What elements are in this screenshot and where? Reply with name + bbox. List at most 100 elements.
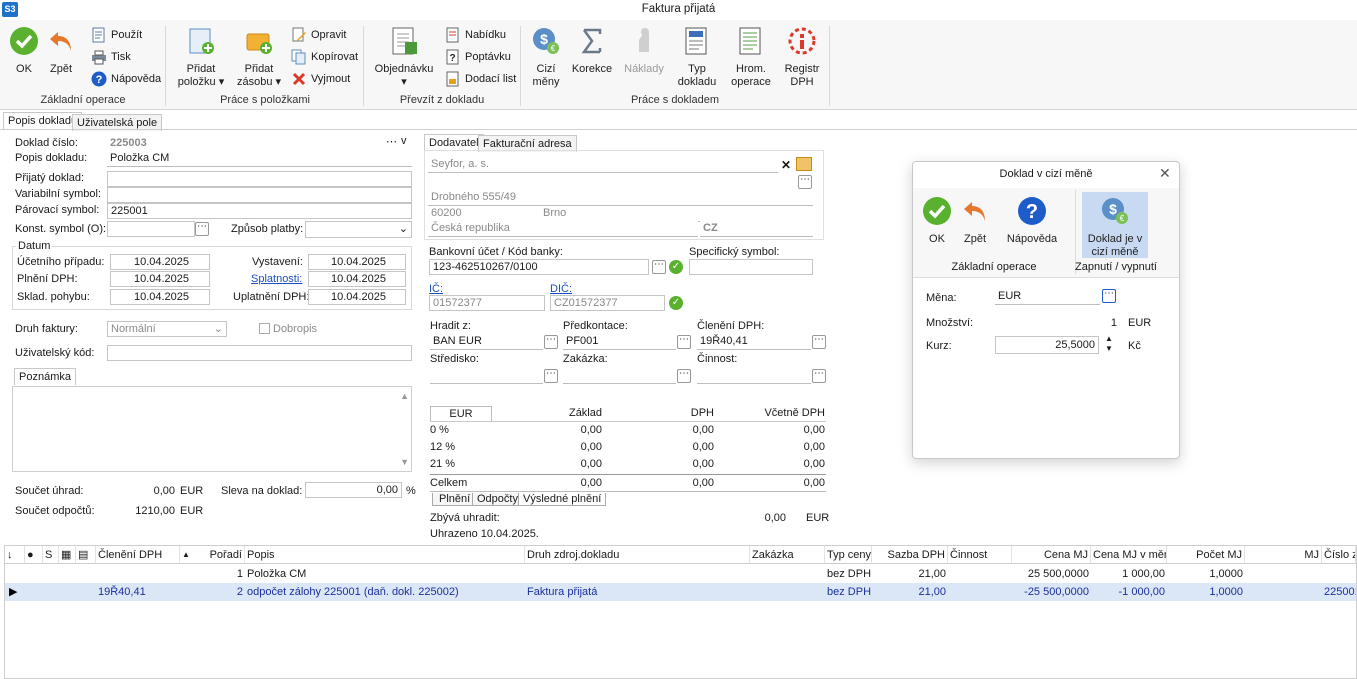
precontact-more-button[interactable]: ⋯ bbox=[677, 335, 691, 349]
foreign-currency-toggle[interactable]: $ € Doklad je v cizí měně bbox=[1082, 192, 1148, 258]
table-settings-icon[interactable]: ▤ bbox=[76, 546, 96, 564]
const-symbol-field[interactable] bbox=[107, 221, 195, 237]
foreign-currency-button[interactable]: $ € Cizí měny bbox=[527, 26, 565, 89]
back-button[interactable]: Zpět bbox=[45, 26, 77, 76]
cut-button[interactable]: Vyjmout bbox=[291, 70, 350, 88]
offer-button[interactable]: Nabídku bbox=[445, 26, 506, 44]
grid-header-unit[interactable]: MJ bbox=[1245, 546, 1322, 564]
vat-perf-date-field[interactable]: 10.04.2025 bbox=[110, 271, 210, 287]
supplier-name-field[interactable]: Seyfor, a. s. bbox=[428, 157, 778, 173]
costs-button[interactable]: Náklady bbox=[622, 26, 666, 76]
subtab-result[interactable]: Výsledné plnění bbox=[518, 493, 607, 506]
add-item-button[interactable]: Přidat položku ▾ bbox=[175, 26, 227, 89]
grid-header-source-no[interactable]: Číslo zd bbox=[1322, 546, 1356, 564]
desc-field[interactable]: Položka CM bbox=[107, 151, 412, 167]
vat-register-button[interactable]: Registr DPH bbox=[780, 26, 824, 89]
edit-button[interactable]: Opravit bbox=[291, 26, 346, 44]
tab-note[interactable]: Poznámka bbox=[14, 368, 76, 385]
vat-currency-button[interactable]: EUR bbox=[430, 406, 492, 422]
due-date-field[interactable]: 10.04.2025 bbox=[308, 271, 406, 287]
grid-header-price-type[interactable]: Typ ceny bbox=[825, 546, 872, 564]
stock-date-field[interactable]: 10.04.2025 bbox=[110, 289, 210, 305]
currency-field[interactable]: EUR bbox=[995, 289, 1100, 305]
contract-field[interactable] bbox=[563, 368, 676, 384]
doc-no-field[interactable]: 225003 bbox=[107, 136, 383, 152]
order-button[interactable]: Objednávku ▾ bbox=[372, 26, 436, 89]
correction-button[interactable]: Korekce bbox=[570, 26, 614, 76]
acc-case-date-field[interactable]: 10.04.2025 bbox=[110, 254, 210, 270]
due-link[interactable]: Splatnosti: bbox=[251, 273, 302, 285]
credit-note-checkbox[interactable] bbox=[259, 323, 270, 334]
supplier-more-button[interactable]: ⋯ bbox=[798, 175, 812, 189]
grid-header-source-type[interactable]: Druh zdroj.dokladu bbox=[525, 546, 750, 564]
rate-stepper[interactable]: ▲ ▼ bbox=[1103, 334, 1115, 354]
doc-no-dropdown-icon[interactable]: v bbox=[401, 135, 407, 147]
grid-header-contract[interactable]: Zakázka bbox=[750, 546, 825, 564]
copy-button[interactable]: Kopírovat bbox=[291, 48, 358, 66]
scroll-down-icon[interactable]: ▼ bbox=[400, 457, 409, 467]
grid-header-s[interactable]: S bbox=[43, 546, 59, 564]
invoice-kind-select[interactable]: Normální ⌄ bbox=[107, 321, 227, 337]
delivery-note-button[interactable]: Dodací list bbox=[445, 70, 516, 88]
print-button[interactable]: Tisk bbox=[91, 48, 131, 66]
grid-header-description[interactable]: Popis bbox=[245, 546, 525, 564]
bulk-operations-button[interactable]: Hrom. operace bbox=[728, 26, 774, 89]
contract-more-button[interactable]: ⋯ bbox=[677, 369, 691, 383]
grid-header-unit-price[interactable]: Cena MJ bbox=[1012, 546, 1091, 564]
center-field[interactable] bbox=[430, 368, 543, 384]
vat-split-field[interactable]: 19Ř40,41 bbox=[697, 334, 811, 350]
note-textarea[interactable]: ▲ ▼ bbox=[12, 386, 412, 472]
address-book-icon[interactable] bbox=[796, 157, 812, 171]
use-button[interactable]: Použít bbox=[91, 26, 142, 44]
grid-header-qty[interactable]: Počet MJ bbox=[1167, 546, 1245, 564]
pay-from-more-button[interactable]: ⋯ bbox=[544, 335, 558, 349]
received-doc-field[interactable] bbox=[107, 171, 412, 187]
subtab-deductions[interactable]: Odpočty bbox=[472, 493, 523, 506]
vat-split-more-button[interactable]: ⋯ bbox=[812, 335, 826, 349]
vat-apply-date-field[interactable]: 10.04.2025 bbox=[308, 289, 406, 305]
scroll-up-icon[interactable]: ▲ bbox=[400, 391, 409, 401]
dic-link[interactable]: DIČ: bbox=[550, 283, 572, 295]
subtab-performance[interactable]: Plnění bbox=[432, 493, 478, 506]
calculator-icon[interactable]: ▦ bbox=[59, 546, 76, 564]
inquiry-button[interactable]: ? Poptávku bbox=[445, 48, 511, 66]
ic-link[interactable]: IČ: bbox=[429, 283, 443, 295]
grid-header-unit-price-cur[interactable]: Cena MJ v měně bbox=[1091, 546, 1167, 564]
center-more-button[interactable]: ⋯ bbox=[544, 369, 558, 383]
grid-header-vat-split[interactable]: Členění DPH bbox=[96, 546, 180, 564]
help-button[interactable]: ? Nápověda bbox=[91, 70, 161, 88]
payment-method-select[interactable]: ⌄ bbox=[305, 221, 412, 238]
grid-header-order[interactable]: ▲ Pořadí bbox=[180, 546, 245, 564]
dialog-back-button[interactable]: Zpět bbox=[957, 196, 993, 246]
sort-icon[interactable]: ↓ bbox=[5, 546, 25, 564]
ok-button[interactable]: OK bbox=[8, 26, 40, 76]
variable-symbol-field[interactable] bbox=[107, 187, 412, 203]
pay-from-field[interactable]: BAN EUR bbox=[430, 334, 543, 350]
currency-more-button[interactable]: ⋯ bbox=[1102, 289, 1116, 303]
ic-field[interactable]: 01572377 bbox=[429, 295, 545, 311]
activity-more-button[interactable]: ⋯ bbox=[812, 369, 826, 383]
discount-field[interactable]: 0,00 bbox=[305, 482, 402, 498]
bank-account-field[interactable]: 123-462510267/0100 bbox=[429, 259, 649, 275]
pin-icon[interactable]: ● bbox=[25, 546, 43, 564]
dic-field[interactable]: CZ01572377 bbox=[550, 295, 665, 311]
table-row[interactable]: ▶ 19Ř40,41 2 odpočet zálohy 225001 (daň.… bbox=[5, 583, 1356, 601]
tab-doc-description[interactable]: Popis dokladu bbox=[3, 112, 83, 129]
rate-field[interactable]: 25,5000 bbox=[995, 336, 1099, 354]
doc-no-more-icon[interactable]: ⋯ bbox=[386, 135, 397, 148]
pairing-symbol-field[interactable]: 225001 bbox=[107, 203, 412, 219]
issued-date-field[interactable]: 10.04.2025 bbox=[308, 254, 406, 270]
table-row[interactable]: 1 Položka CM bez DPH 21,00 25 500,0000 1… bbox=[5, 565, 1356, 583]
dialog-ok-button[interactable]: OK bbox=[919, 196, 955, 246]
user-code-field[interactable] bbox=[107, 345, 412, 361]
bank-more-button[interactable]: ⋯ bbox=[652, 260, 666, 274]
clear-icon[interactable]: ✕ bbox=[781, 158, 791, 172]
doc-type-button[interactable]: Typ dokladu bbox=[674, 26, 720, 89]
activity-field[interactable] bbox=[697, 368, 811, 384]
grid-header-activity[interactable]: Činnost bbox=[948, 546, 1012, 564]
tab-supplier[interactable]: Dodavatel bbox=[424, 134, 484, 151]
const-symbol-more-button[interactable]: ⋯ bbox=[195, 222, 209, 236]
grid-header-vat-rate[interactable]: Sazba DPH bbox=[872, 546, 948, 564]
precontact-field[interactable]: PF001 bbox=[563, 334, 676, 350]
close-icon[interactable]: ✕ bbox=[1159, 165, 1171, 182]
